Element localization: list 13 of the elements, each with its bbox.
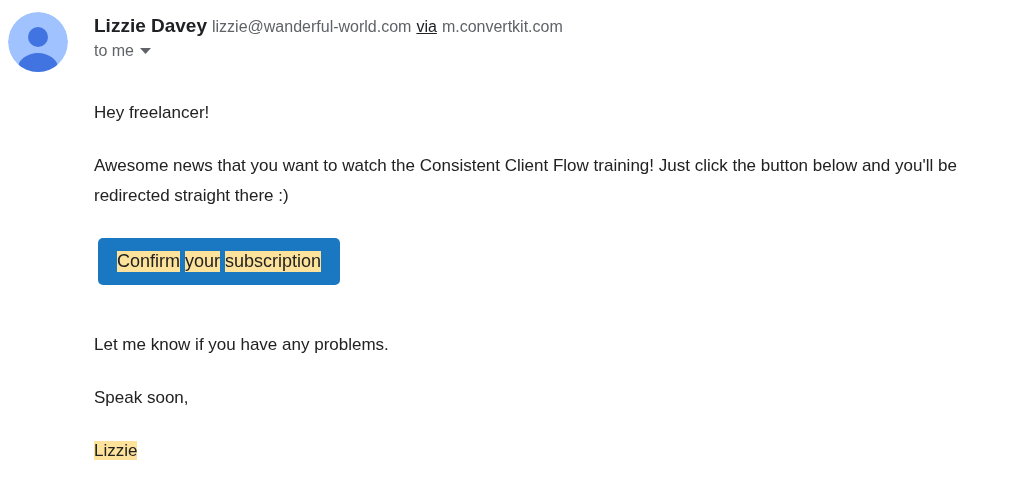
sender-domain: m.convertkit.com — [441, 18, 563, 36]
recipient-label: to me — [94, 42, 134, 60]
message-paragraph: Lizzie — [94, 439, 139, 462]
confirm-subscription-button[interactable]: Confirm your subscription — [98, 238, 341, 285]
avatar-icon — [8, 12, 68, 72]
message-paragraph: Speak soon, — [94, 386, 190, 409]
caret-icon[interactable] — [140, 48, 151, 54]
message-paragraph: Let me know if you have any problems. — [94, 333, 390, 356]
sender-email: lizzie@wanderful-world.com — [212, 18, 412, 36]
via-link[interactable]: via — [416, 18, 437, 36]
message-paragraph: Awesome news that you want to watch the Consistent Client Flow training! Just click the button below and you'll be redirected straight there :) — [94, 155, 958, 207]
message-paragraph: Hey freelancer! — [94, 102, 211, 124]
sender-name: Lizzie Davey — [94, 15, 207, 37]
